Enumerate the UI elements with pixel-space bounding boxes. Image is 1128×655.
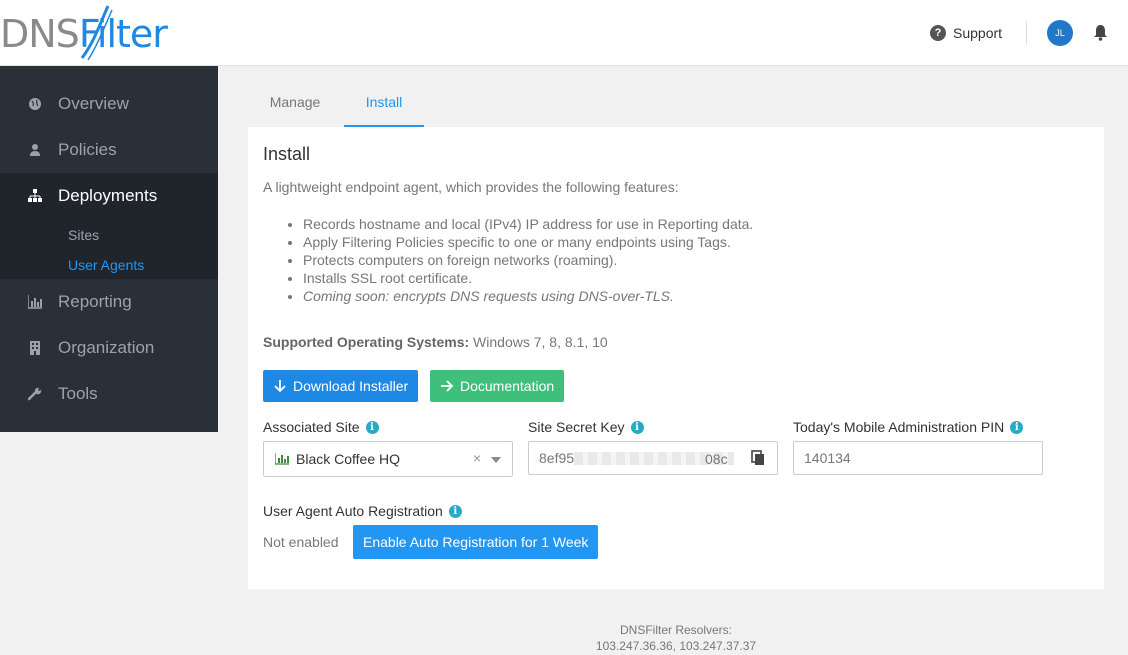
sidebar-item-deployments[interactable]: Deployments (0, 173, 218, 219)
sitemap-icon (28, 189, 42, 202)
associated-site-label: Associated Site i (263, 419, 379, 435)
site-secret-key-end: 08c (705, 451, 728, 467)
bar-chart-icon (275, 453, 289, 465)
site-secret-key-label-text: Site Secret Key (528, 419, 625, 435)
support-label: Support (953, 25, 1003, 41)
sidebar-subitem-sites[interactable]: Sites (68, 227, 99, 243)
list-item: Records hostname and local (IPv4) IP add… (303, 215, 753, 233)
globe-icon (29, 98, 41, 110)
feature-list: Records hostname and local (IPv4) IP add… (303, 215, 753, 305)
download-installer-button[interactable]: Download Installer (263, 370, 419, 402)
mobile-pin-label-text: Today's Mobile Administration PIN (793, 419, 1005, 435)
wrench-icon (28, 387, 42, 401)
bar-chart-icon (28, 295, 42, 309)
sidebar-item-organization[interactable]: Organization (0, 325, 218, 371)
header-divider (1026, 21, 1027, 45)
deployments-submenu: Sites User Agents (0, 219, 218, 279)
dnsfilter-logo[interactable]: DNSFilter (0, 4, 218, 62)
supported-os-value: Windows 7, 8, 8.1, 10 (473, 334, 608, 350)
site-secret-key-field[interactable]: 8ef95 08c (528, 441, 778, 475)
info-icon[interactable]: i (630, 420, 644, 434)
associated-site-label-text: Associated Site (263, 419, 360, 435)
sidebar-item-label: Reporting (58, 292, 132, 311)
card-title: Install (263, 144, 311, 164)
auto-registration-status: Not enabled (263, 534, 339, 550)
mobile-pin-label: Today's Mobile Administration PIN i (793, 419, 1024, 435)
bell-icon[interactable] (1093, 24, 1108, 41)
tab-manage[interactable]: Manage (248, 86, 342, 127)
auto-registration-label: User Agent Auto Registration i (263, 503, 462, 519)
clear-icon[interactable]: × (473, 450, 481, 466)
enable-auto-registration-button[interactable]: Enable Auto Registration for 1 Week (353, 525, 599, 559)
sidebar-item-overview[interactable]: Overview (0, 81, 218, 127)
sidebar-item-label: Tools (58, 384, 98, 403)
copy-icon[interactable] (751, 450, 765, 466)
mobile-pin-value: 140134 (804, 450, 851, 466)
install-card: Install A lightweight endpoint agent, wh… (248, 127, 1104, 589)
info-icon[interactable]: i (365, 420, 379, 434)
info-icon[interactable]: i (448, 504, 462, 518)
resolvers-footer: DNSFilter Resolvers: 103.247.36.36, 103.… (248, 622, 1104, 654)
list-item: Installs SSL root certificate. (303, 269, 753, 287)
associated-site-select[interactable]: Black Coffee HQ × (263, 441, 513, 477)
info-icon[interactable]: i (1010, 420, 1024, 434)
user-avatar[interactable]: JL (1047, 20, 1073, 46)
arrow-down-icon (274, 380, 286, 393)
sidebar-item-policies[interactable]: Policies (0, 127, 218, 173)
sidebar-item-reporting[interactable]: Reporting (0, 279, 218, 325)
associated-site-value: Black Coffee HQ (296, 451, 401, 467)
building-icon (30, 341, 40, 355)
card-description: A lightweight endpoint agent, which prov… (263, 179, 679, 195)
tab-install[interactable]: Install (344, 86, 424, 127)
arrow-right-icon (441, 380, 454, 392)
sidebar-item-label: Deployments (58, 186, 158, 205)
list-item: Protects computers on foreign networks (… (303, 251, 753, 269)
list-item: Apply Filtering Policies specific to one… (303, 233, 753, 251)
enable-auto-registration-label: Enable Auto Registration for 1 Week (363, 534, 589, 550)
mobile-pin-field[interactable]: 140134 (793, 441, 1043, 475)
site-secret-key-label: Site Secret Key i (528, 419, 644, 435)
support-link[interactable]: ? Support (930, 23, 1002, 43)
documentation-label: Documentation (460, 378, 555, 394)
list-item: Coming soon: encrypts DNS requests using… (303, 287, 753, 305)
logo-swoosh-icon (80, 5, 113, 61)
sidebar-item-tools[interactable]: Tools (0, 371, 218, 417)
sidebar-item-label: Overview (58, 94, 129, 113)
logo-dns-text: DNS (0, 12, 80, 56)
user-icon (30, 144, 40, 156)
question-circle-icon: ? (930, 25, 946, 41)
resolvers-value: 103.247.36.36, 103.247.37.37 (595, 639, 757, 653)
auto-registration-label-text: User Agent Auto Registration (263, 503, 443, 519)
download-installer-label: Download Installer (293, 378, 409, 394)
site-secret-key-start: 8ef95 (539, 450, 575, 466)
top-header: DNSFilter ? Support JL (0, 0, 1128, 66)
supported-os: Supported Operating Systems: Windows 7, … (263, 334, 608, 350)
chevron-down-icon[interactable] (491, 457, 501, 463)
sidebar-item-label: Organization (58, 338, 155, 357)
sidebar-item-label: Policies (58, 140, 117, 159)
supported-os-label: Supported Operating Systems: (263, 334, 470, 350)
documentation-button[interactable]: Documentation (430, 370, 565, 402)
sidebar-subitem-user-agents[interactable]: User Agents (68, 257, 144, 273)
resolvers-label: DNSFilter Resolvers: (619, 623, 733, 637)
sidebar: Overview Policies Deployments Sites User… (0, 66, 218, 432)
